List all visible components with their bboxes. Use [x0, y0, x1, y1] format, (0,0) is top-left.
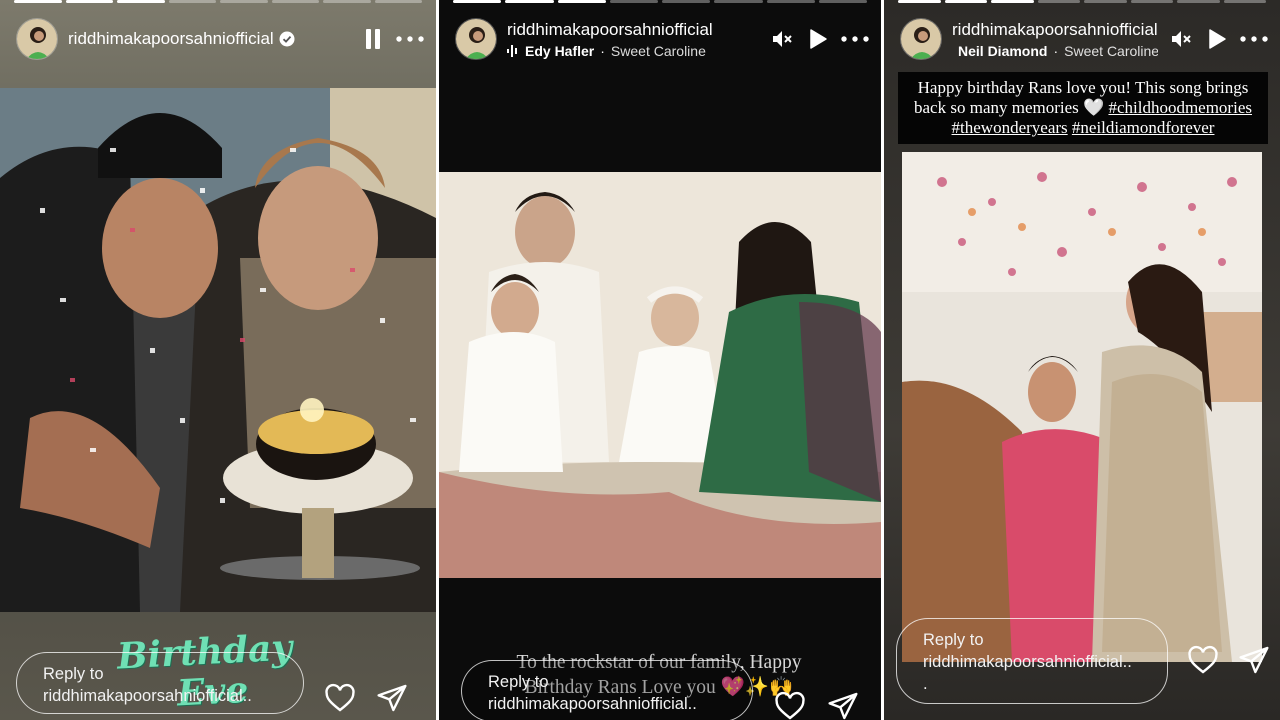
send-icon[interactable] — [1238, 644, 1270, 676]
pause-icon[interactable] — [360, 26, 386, 52]
story-progress-bar — [898, 0, 1266, 3]
more-icon[interactable] — [841, 26, 869, 52]
send-icon[interactable] — [827, 690, 859, 720]
heart-icon[interactable] — [324, 682, 356, 714]
username[interactable]: riddhimakapoorsahniofficial — [507, 20, 713, 40]
avatar[interactable] — [16, 18, 58, 60]
story-panel-2: riddhimakapoorsahniofficial Edy Hafler ·… — [439, 0, 881, 720]
hashtag-link[interactable]: #neildiamondforever — [1072, 118, 1215, 137]
username[interactable]: riddhimakapoorsahniofficial — [68, 29, 274, 49]
more-icon[interactable] — [1240, 26, 1268, 52]
story-photo — [0, 88, 436, 612]
mute-icon[interactable] — [1168, 26, 1194, 52]
story-caption: Happy birthday Rans love you! This song … — [898, 72, 1268, 144]
reply-input[interactable]: Reply to riddhimakapoorsahniofficial.. . — [896, 618, 1168, 704]
play-icon[interactable] — [1204, 26, 1230, 52]
hashtag-link[interactable]: #childhoodmemories — [1108, 98, 1252, 117]
story-panel-1: riddhimakapoorsahniofficial Birthday Eve… — [0, 0, 436, 720]
reply-input[interactable]: Reply to riddhimakapoorsahniofficial.. — [461, 660, 753, 720]
story-photo — [439, 172, 881, 578]
story-photo — [902, 152, 1262, 662]
send-icon[interactable] — [376, 682, 408, 714]
music-info[interactable]: Neil Diamond · Sweet Caroline — [952, 43, 1158, 59]
play-icon[interactable] — [805, 26, 831, 52]
verified-badge-icon — [279, 31, 295, 47]
audio-wave-icon — [507, 44, 517, 57]
avatar[interactable] — [455, 18, 497, 60]
username[interactable]: riddhimakapoorsahniofficial — [952, 20, 1158, 40]
hashtag-link[interactable]: #thewonderyears — [952, 118, 1068, 137]
avatar[interactable] — [900, 18, 942, 60]
story-header: riddhimakapoorsahniofficial — [16, 16, 424, 62]
heart-icon[interactable] — [1187, 644, 1219, 676]
mute-icon[interactable] — [769, 26, 795, 52]
story-header: riddhimakapoorsahniofficial Neil Diamond… — [900, 16, 1268, 62]
story-progress-bar — [453, 0, 867, 3]
story-progress-bar — [14, 0, 422, 3]
story-panel-3: riddhimakapoorsahniofficial Neil Diamond… — [884, 0, 1280, 720]
music-info[interactable]: Edy Hafler · Sweet Caroline — [507, 43, 759, 59]
more-icon[interactable] — [396, 26, 424, 52]
story-header: riddhimakapoorsahniofficial Edy Hafler ·… — [455, 16, 869, 62]
heart-icon[interactable] — [774, 690, 806, 720]
reply-input[interactable]: Reply to riddhimakapoorsahniofficial.. — [16, 652, 304, 714]
